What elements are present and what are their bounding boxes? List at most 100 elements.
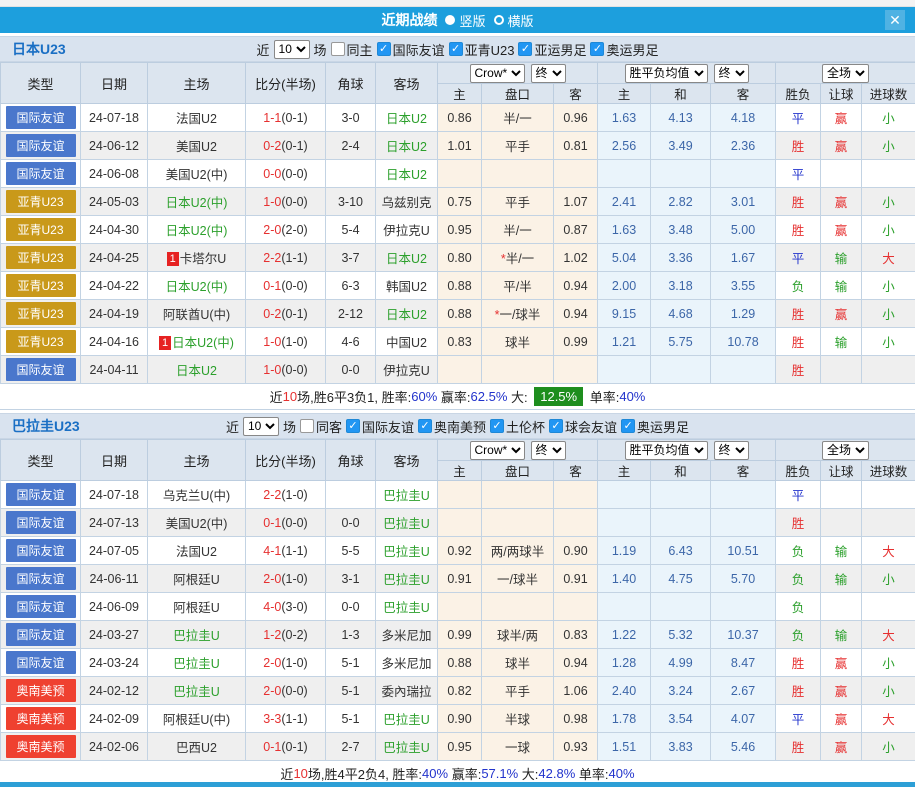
away-team-name: 委內瑞拉: [381, 685, 431, 699]
home-team-name: 日本U2: [176, 364, 217, 378]
scope-select[interactable]: 全场: [822, 64, 869, 83]
odds-final-select[interactable]: 终: [531, 64, 566, 83]
league-checkbox[interactable]: ✓亚运男足: [518, 40, 586, 59]
euro-final-select[interactable]: 终: [714, 64, 749, 83]
euro-win-odds: 1.21: [598, 328, 651, 356]
halftime-score: (0-1): [281, 307, 307, 321]
fulltime-score: 1-1: [263, 111, 281, 125]
away-team-name: 中国U2: [386, 336, 427, 350]
euro-draw-odds: 3.49: [651, 132, 711, 160]
type-cell: 国际友谊: [1, 565, 81, 593]
matches-label: 场: [314, 40, 327, 59]
match-date: 24-06-11: [81, 565, 148, 593]
league-checkbox[interactable]: ✓亚青U23: [449, 40, 515, 59]
asian-away-odds: 0.91: [554, 565, 598, 593]
layout-radio-vertical[interactable]: 竖版: [445, 11, 485, 30]
home-team-cell: 美国U2(中): [148, 160, 246, 188]
match-row: 亚青U2324-04-30日本U2(中)2-0(2-0)5-4伊拉克U0.95半…: [1, 216, 915, 244]
type-cell: 国际友谊: [1, 356, 81, 384]
corner-score: 3-0: [326, 104, 376, 132]
score-cell: 4-1(1-1): [246, 537, 326, 565]
result-text: 胜: [792, 364, 805, 378]
result-text: 小: [882, 336, 895, 350]
summary-part: 10: [293, 766, 307, 781]
col-header-handicap-result: 让球: [821, 84, 862, 104]
result-text: 小: [882, 280, 895, 294]
col-header-euro-win: 主: [598, 461, 651, 481]
match-count-select[interactable]: 10: [243, 417, 279, 436]
col-header-euro-lose: 客: [711, 461, 776, 481]
summary-part: 10: [283, 389, 297, 404]
same-venue-checkbox[interactable]: 同主: [331, 40, 373, 59]
goals-result-cell: 小: [862, 649, 915, 677]
result-text: 胜: [792, 308, 805, 322]
league-checkbox[interactable]: ✓球会友谊: [549, 417, 617, 436]
euro-lose-odds: 4.07: [711, 705, 776, 733]
away-team-name: 乌兹别克: [381, 196, 431, 210]
euro-lose-odds: 5.00: [711, 216, 776, 244]
euro-final-select[interactable]: 终: [714, 441, 749, 460]
type-cell: 国际友谊: [1, 621, 81, 649]
league-checkbox-label: 球会友谊: [565, 417, 617, 436]
goals-result-cell: 小: [862, 328, 915, 356]
halftime-score: (0-0): [281, 167, 307, 181]
euro-odds-group-header: 胜平负均值终: [598, 63, 776, 84]
away-team-name: 巴拉圭U: [383, 517, 430, 531]
halftime-score: (1-0): [281, 335, 307, 349]
col-header-result: 胜负: [776, 461, 821, 481]
fulltime-score: 4-1: [263, 544, 281, 558]
asian-handicap: 半球: [482, 705, 554, 733]
asian-away-odds: 0.90: [554, 537, 598, 565]
euro-avg-select[interactable]: 胜平负均值: [625, 441, 708, 460]
odds-company-select[interactable]: Crow*: [470, 64, 525, 83]
asian-away-odds: 1.02: [554, 244, 598, 272]
same-venue-checkbox[interactable]: 同客: [300, 417, 342, 436]
away-team-name: 日本U2: [386, 252, 427, 266]
handicap-result-cell: 赢: [821, 733, 862, 761]
match-date: 24-06-12: [81, 132, 148, 160]
odds-final-select[interactable]: 终: [531, 441, 566, 460]
col-header-date: 日期: [81, 440, 148, 481]
summary-part: 赢率:: [437, 387, 470, 406]
euro-avg-select[interactable]: 胜平负均值: [625, 64, 708, 83]
euro-draw-odds: 3.18: [651, 272, 711, 300]
asian-home-odds: 0.88: [438, 649, 482, 677]
asian-away-odds: 0.83: [554, 621, 598, 649]
halftime-score: (0-0): [281, 279, 307, 293]
halftime-score: (0-0): [281, 363, 307, 377]
handicap-result-cell: [821, 356, 862, 384]
league-checkbox[interactable]: ✓奥南美预: [418, 417, 486, 436]
summary-part: 12.5%: [534, 387, 583, 406]
layout-radio-horizontal[interactable]: 横版: [494, 11, 534, 30]
odds-company-select[interactable]: Crow*: [470, 441, 525, 460]
asian-home-odds: 0.83: [438, 328, 482, 356]
goals-result-cell: [862, 509, 915, 537]
match-count-select[interactable]: 10: [274, 40, 310, 59]
result-group-header: 全场: [776, 440, 915, 461]
handicap-text: 平/半: [503, 280, 531, 294]
summary-part: 60%: [411, 389, 437, 404]
euro-draw-odds: 4.75: [651, 565, 711, 593]
score-cell: 2-2(1-1): [246, 244, 326, 272]
match-date: 24-03-27: [81, 621, 148, 649]
corner-score: 0-0: [326, 593, 376, 621]
scope-select[interactable]: 全场: [822, 441, 869, 460]
score-cell: 0-2(0-1): [246, 300, 326, 328]
league-checkbox[interactable]: ✓奥运男足: [621, 417, 689, 436]
close-button[interactable]: ✕: [885, 10, 905, 30]
asian-home-odds: 0.95: [438, 216, 482, 244]
score-cell: 0-1(0-0): [246, 509, 326, 537]
col-header-away: 客场: [376, 63, 438, 104]
fulltime-score: 2-2: [263, 251, 281, 265]
home-team-cell: 法国U2: [148, 537, 246, 565]
euro-win-odds: 1.63: [598, 216, 651, 244]
radio-horizontal-label: 横版: [508, 11, 534, 30]
league-checkbox[interactable]: ✓土伦杯: [490, 417, 545, 436]
away-team-name: 伊拉克U: [383, 224, 430, 238]
league-checkbox[interactable]: ✓国际友谊: [377, 40, 445, 59]
league-checkbox[interactable]: ✓国际友谊: [346, 417, 414, 436]
corner-score: 2-7: [326, 733, 376, 761]
league-checkbox[interactable]: ✓奥运男足: [590, 40, 658, 59]
goals-result-cell: 小: [862, 272, 915, 300]
asian-away-odds: 1.06: [554, 677, 598, 705]
